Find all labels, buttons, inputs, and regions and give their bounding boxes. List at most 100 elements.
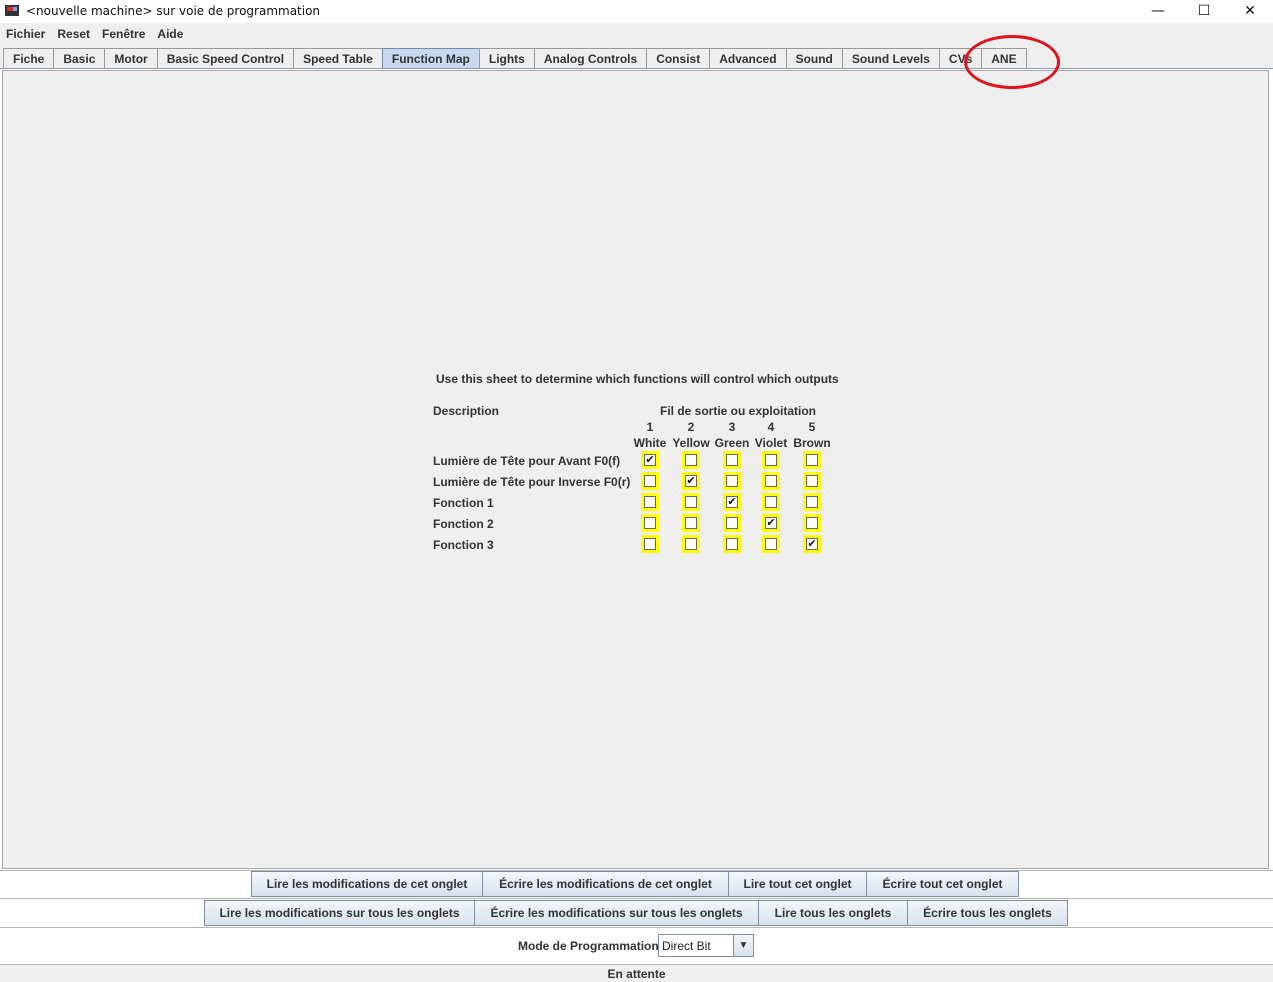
output-checkbox[interactable] xyxy=(723,472,741,490)
output-checkbox[interactable]: ✔ xyxy=(641,451,659,469)
tab-sound-levels[interactable]: Sound Levels xyxy=(841,48,940,68)
row-label-f0-forward: Lumière de Tête pour Avant F0(f) xyxy=(433,454,621,468)
tab-advanced[interactable]: Advanced xyxy=(709,48,787,68)
row-label-function-2: Fonction 2 xyxy=(433,517,494,531)
checkbox-box xyxy=(726,454,738,466)
checkbox-box xyxy=(644,538,656,550)
read-all-this-tab-button[interactable]: Lire tout cet onglet xyxy=(728,871,867,897)
close-button[interactable]: ✕ xyxy=(1227,0,1273,22)
title-bar: <nouvelle machine> sur voie de programma… xyxy=(0,0,1273,22)
outputs-header: Fil de sortie ou exploitation xyxy=(660,404,817,418)
tab-basic-speed-control[interactable]: Basic Speed Control xyxy=(156,48,295,68)
tab-fiche[interactable]: Fiche xyxy=(3,48,55,68)
checkmark-icon: ✔ xyxy=(685,475,697,487)
checkmark-icon: ✔ xyxy=(644,454,656,466)
window-title: <nouvelle machine> sur voie de programma… xyxy=(26,4,321,18)
tab-speed-table[interactable]: Speed Table xyxy=(293,48,383,68)
output-checkbox[interactable] xyxy=(682,493,700,511)
checkbox-box xyxy=(644,517,656,529)
checkbox-box xyxy=(765,475,777,487)
output-checkbox[interactable]: ✔ xyxy=(762,514,780,532)
read-all-tabs-button[interactable]: Lire tous les onglets xyxy=(758,900,908,926)
output-checkbox[interactable] xyxy=(641,472,659,490)
output-checkbox[interactable] xyxy=(803,451,821,469)
row-label-f0-reverse: Lumière de Tête pour Inverse F0(r) xyxy=(433,475,631,489)
menu-aide[interactable]: Aide xyxy=(151,27,189,41)
menu-fenetre[interactable]: Fenêtre xyxy=(96,27,151,41)
maximize-button[interactable]: ☐ xyxy=(1181,0,1227,22)
output-checkbox[interactable] xyxy=(682,535,700,553)
column-number-2: 2 xyxy=(687,420,695,434)
checkmark-icon: ✔ xyxy=(806,538,818,550)
column-number-4: 4 xyxy=(767,420,775,434)
tab-motor[interactable]: Motor xyxy=(104,48,158,68)
output-checkbox[interactable] xyxy=(803,514,821,532)
checkbox-box xyxy=(765,454,777,466)
tab-consist[interactable]: Consist xyxy=(646,48,711,68)
output-checkbox[interactable] xyxy=(641,493,659,511)
row-label-function-1: Fonction 1 xyxy=(433,496,494,510)
output-checkbox[interactable]: ✔ xyxy=(723,493,741,511)
tab-strip: Fiche Basic Motor Basic Speed Control Sp… xyxy=(0,45,1273,69)
output-checkbox[interactable] xyxy=(641,514,659,532)
checkbox-box xyxy=(685,496,697,508)
checkbox-box xyxy=(806,475,818,487)
checkbox-box xyxy=(726,517,738,529)
output-checkbox[interactable] xyxy=(641,535,659,553)
function-map-panel xyxy=(2,70,1269,869)
column-color-violet: Violet xyxy=(754,436,788,450)
tab-lights[interactable]: Lights xyxy=(478,48,535,68)
write-all-tabs-button[interactable]: Écrire tous les onglets xyxy=(907,900,1068,926)
read-changes-this-tab-button[interactable]: Lire les modifications de cet onglet xyxy=(251,871,483,897)
checkbox-box xyxy=(644,496,656,508)
column-color-white: White xyxy=(633,436,667,450)
tab-sound[interactable]: Sound xyxy=(785,48,843,68)
minimize-button[interactable]: — xyxy=(1135,0,1181,22)
output-checkbox[interactable] xyxy=(682,451,700,469)
output-checkbox[interactable] xyxy=(723,514,741,532)
divider xyxy=(0,898,1273,899)
write-changes-this-tab-button[interactable]: Écrire les modifications de cet onglet xyxy=(482,871,729,897)
checkbox-box xyxy=(806,517,818,529)
output-checkbox[interactable] xyxy=(762,493,780,511)
menu-reset[interactable]: Reset xyxy=(51,27,96,41)
programming-mode-label: Mode de Programmation xyxy=(518,939,659,953)
programming-mode-select[interactable]: Direct Bit ▼ xyxy=(658,934,754,957)
programming-mode-value: Direct Bit xyxy=(662,938,711,953)
tab-function-map[interactable]: Function Map xyxy=(381,48,480,68)
status-bar: En attente xyxy=(0,964,1273,982)
checkbox-box xyxy=(806,454,818,466)
column-number-3: 3 xyxy=(728,420,736,434)
tab-analog-controls[interactable]: Analog Controls xyxy=(533,48,648,68)
checkbox-box xyxy=(644,475,656,487)
read-changes-all-tabs-button[interactable]: Lire les modifications sur tous les ongl… xyxy=(204,900,475,926)
write-all-this-tab-button[interactable]: Écrire tout cet onglet xyxy=(866,871,1019,897)
output-checkbox[interactable] xyxy=(682,514,700,532)
menu-fichier[interactable]: Fichier xyxy=(0,27,51,41)
output-checkbox[interactable]: ✔ xyxy=(682,472,700,490)
checkmark-icon: ✔ xyxy=(765,517,777,529)
app-icon xyxy=(4,3,20,19)
output-checkbox[interactable] xyxy=(762,451,780,469)
output-checkbox[interactable] xyxy=(723,451,741,469)
checkbox-box xyxy=(726,538,738,550)
output-checkbox[interactable]: ✔ xyxy=(803,535,821,553)
checkbox-box xyxy=(806,496,818,508)
checkbox-box xyxy=(685,517,697,529)
write-changes-all-tabs-button[interactable]: Écrire les modifications sur tous les on… xyxy=(474,900,759,926)
chevron-down-icon[interactable]: ▼ xyxy=(733,935,753,956)
output-checkbox[interactable] xyxy=(723,535,741,553)
output-checkbox[interactable] xyxy=(803,493,821,511)
checkmark-icon: ✔ xyxy=(726,496,738,508)
tab-underline xyxy=(0,68,1273,69)
tab-basic[interactable]: Basic xyxy=(53,48,106,68)
row-label-function-3: Fonction 3 xyxy=(433,538,494,552)
menu-bar: Fichier Reset Fenêtre Aide xyxy=(0,23,1273,45)
column-color-brown: Brown xyxy=(793,436,831,450)
checkbox-box xyxy=(726,475,738,487)
output-checkbox[interactable] xyxy=(803,472,821,490)
column-color-green: Green xyxy=(714,436,750,450)
output-checkbox[interactable] xyxy=(762,472,780,490)
checkbox-box xyxy=(765,496,777,508)
output-checkbox[interactable] xyxy=(762,535,780,553)
